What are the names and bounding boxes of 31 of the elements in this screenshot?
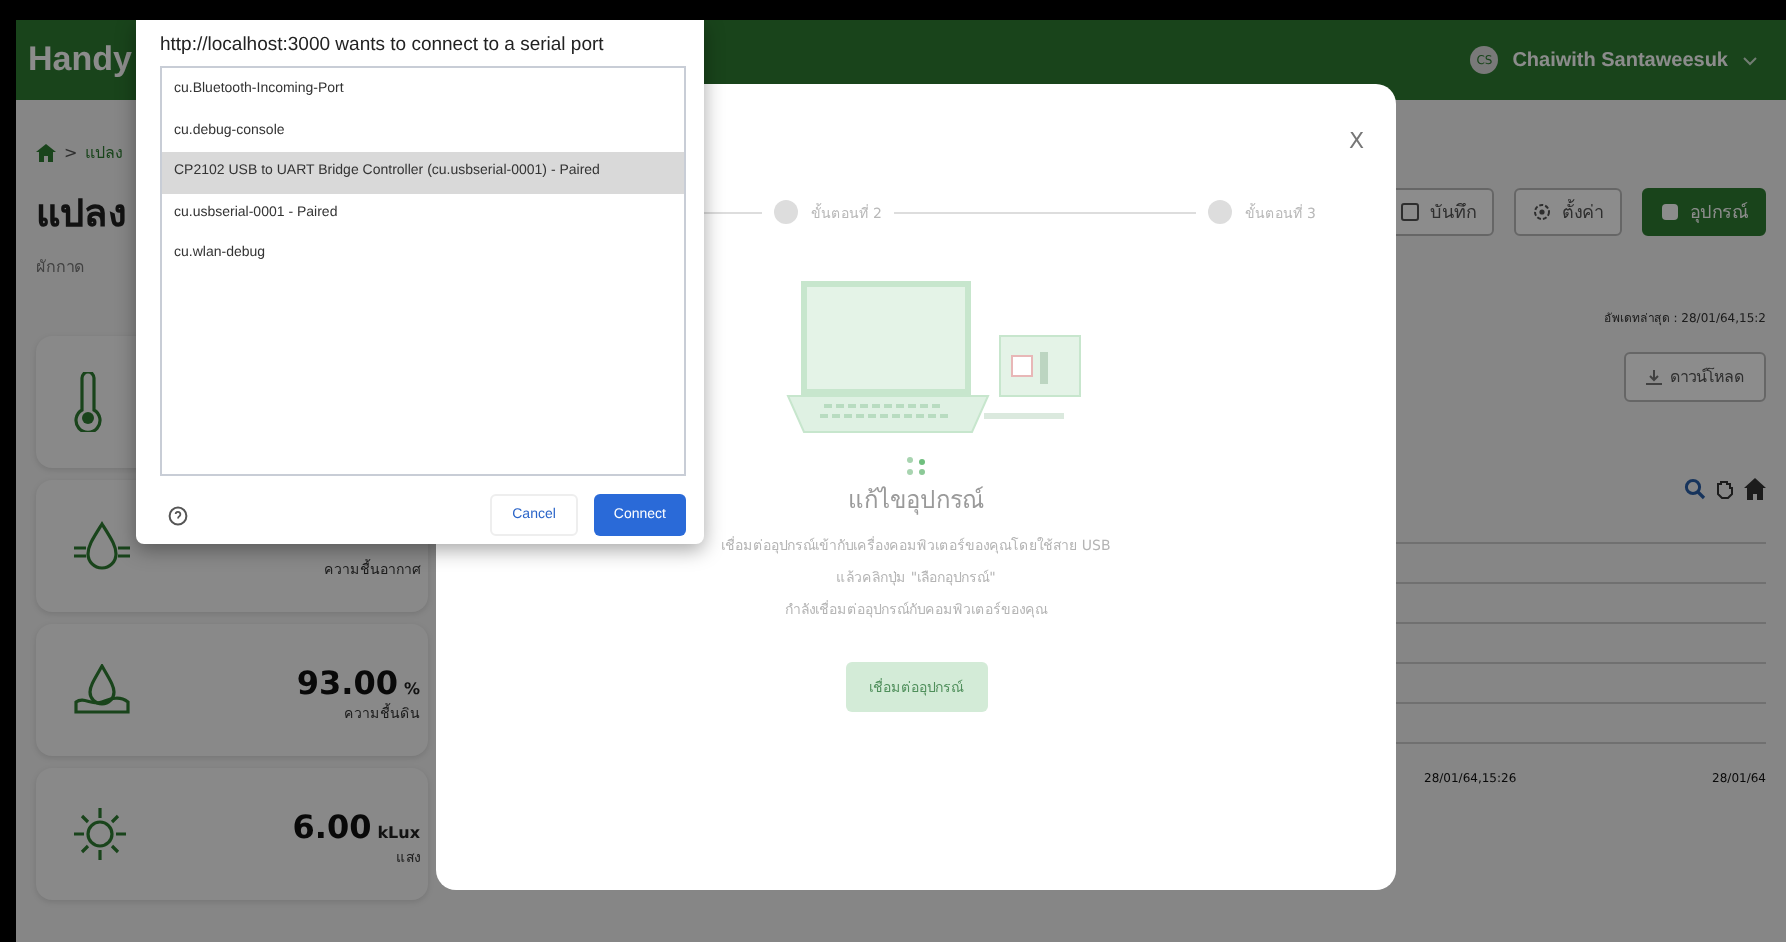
step-marker-icon	[1208, 200, 1233, 224]
loading-icon	[904, 456, 928, 476]
sensor-value: 6.00	[292, 808, 372, 846]
step-marker-icon	[774, 200, 799, 224]
help-icon[interactable]	[168, 505, 188, 525]
user-name[interactable]: Chaiwith Santaweesuk	[1512, 49, 1728, 71]
humidity-icon	[72, 520, 132, 572]
modal-title: แก้ไขอุปกรณ์	[848, 484, 984, 518]
page-title: แปลง	[36, 190, 126, 240]
pan-icon[interactable]	[1714, 478, 1736, 500]
sensor-unit: kLux	[377, 824, 420, 842]
action-button[interactable]: ตั้งค่า	[1514, 188, 1622, 236]
breadcrumb-separator: >	[64, 144, 78, 162]
page-subtitle: ผักกาด	[36, 256, 84, 280]
close-button[interactable]: X	[1348, 128, 1364, 154]
thermometer-icon	[72, 372, 104, 432]
action-button[interactable]: อุปกรณ์	[1642, 188, 1766, 236]
download-button[interactable]: ดาวน์โหลด	[1624, 352, 1766, 402]
caret-icon[interactable]	[1742, 55, 1758, 65]
app-logo: Handy	[28, 40, 132, 80]
sun-icon	[72, 806, 128, 862]
sensor-value: 93.00	[296, 664, 398, 702]
dialog-title: http://localhost:3000 wants to connect to a serial port	[160, 34, 606, 56]
zoom-icon[interactable]	[1684, 478, 1706, 500]
breadcrumb-link[interactable]: แปลง	[85, 140, 124, 166]
settings-icon	[1532, 202, 1552, 222]
soil-drop-icon	[72, 664, 132, 716]
home-icon[interactable]	[1744, 478, 1766, 500]
home-icon[interactable]	[36, 144, 56, 162]
sensor-unit: %	[403, 680, 420, 698]
download-icon	[1646, 369, 1662, 385]
